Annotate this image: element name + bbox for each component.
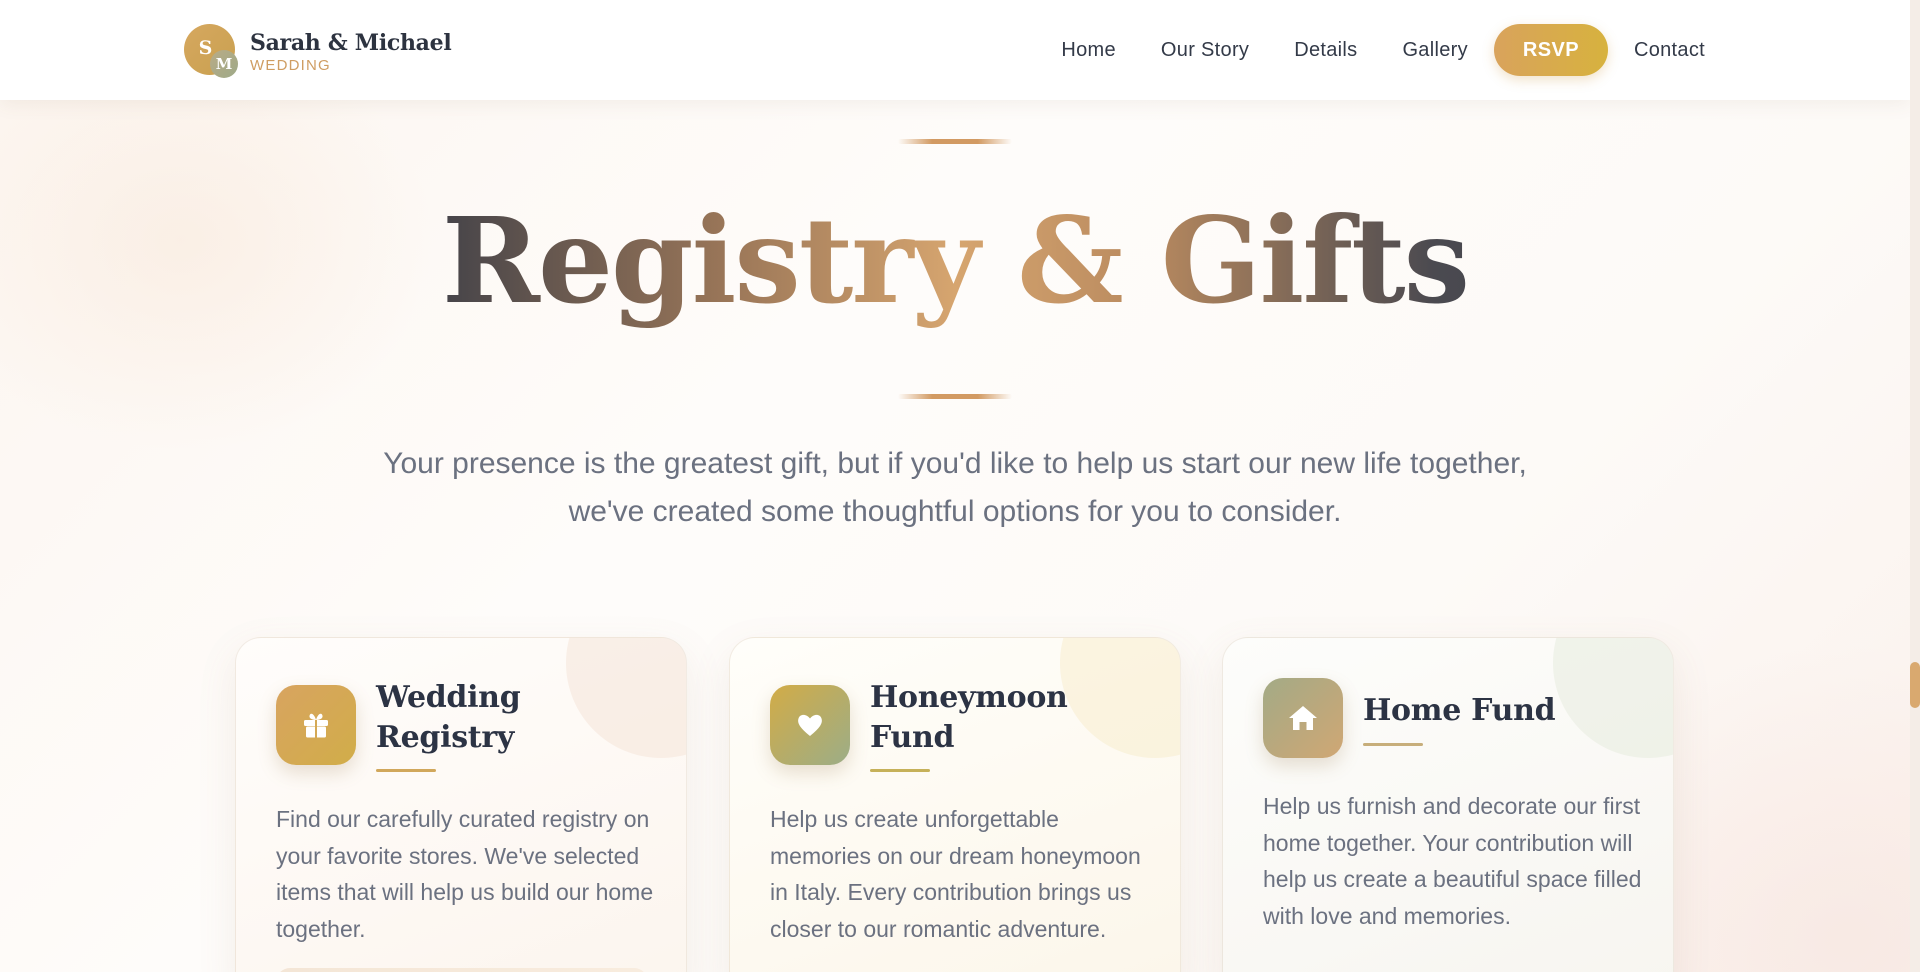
nav-details[interactable]: Details <box>1294 39 1357 62</box>
wedding-registry-card: Wedding Registry Find our carefully cura… <box>235 637 687 972</box>
view-registry-button[interactable] <box>276 968 648 972</box>
nav-home[interactable]: Home <box>1061 39 1116 62</box>
nav-our-story[interactable]: Our Story <box>1161 39 1249 62</box>
card-title: Honeymoon Fund <box>870 680 1068 755</box>
scrollbar-track[interactable] <box>1910 0 1920 972</box>
title-underline <box>1363 743 1423 746</box>
card-title: Home Fund <box>1363 693 1556 728</box>
card-description: Help us create unforgettable memories on… <box>770 806 1141 942</box>
gift-icon <box>276 685 356 765</box>
honeymoon-fund-card: Honeymoon Fund Help us create unforgetta… <box>729 637 1181 972</box>
monogram-initial-m: M <box>210 50 238 78</box>
scrollbar-thumb[interactable] <box>1910 662 1920 708</box>
nav-contact[interactable]: Contact <box>1634 39 1705 62</box>
main-nav: Home Our Story Details Gallery RSVP Cont… <box>1061 23 1705 77</box>
title-divider-top <box>898 139 1012 144</box>
brand-logo[interactable]: S M Sarah & Michael WEDDING <box>184 24 452 80</box>
couple-name: Sarah & Michael <box>250 30 452 56</box>
home-fund-card: Home Fund Help us furnish and decorate o… <box>1222 637 1674 972</box>
heart-icon <box>770 685 850 765</box>
home-icon <box>1263 678 1343 758</box>
brand-text: Sarah & Michael WEDDING <box>250 29 452 75</box>
brand-subtitle: WEDDING <box>250 57 331 74</box>
title-underline <box>376 769 436 772</box>
rsvp-button[interactable]: RSVP <box>1493 24 1608 76</box>
site-header: S M Sarah & Michael WEDDING Home Our Sto… <box>0 0 1910 100</box>
card-title: Wedding Registry <box>376 680 521 755</box>
monogram-badge: S M <box>184 24 240 80</box>
card-description: Find our carefully curated registry on y… <box>276 806 654 942</box>
title-divider-bottom <box>898 394 1012 399</box>
nav-gallery[interactable]: Gallery <box>1402 39 1467 62</box>
page-title: Registry & Gifts <box>0 186 1910 336</box>
intro-text: Your presence is the greatest gift, but … <box>383 447 1527 528</box>
card-description: Help us furnish and decorate our first h… <box>1263 793 1642 929</box>
title-underline <box>870 769 930 772</box>
